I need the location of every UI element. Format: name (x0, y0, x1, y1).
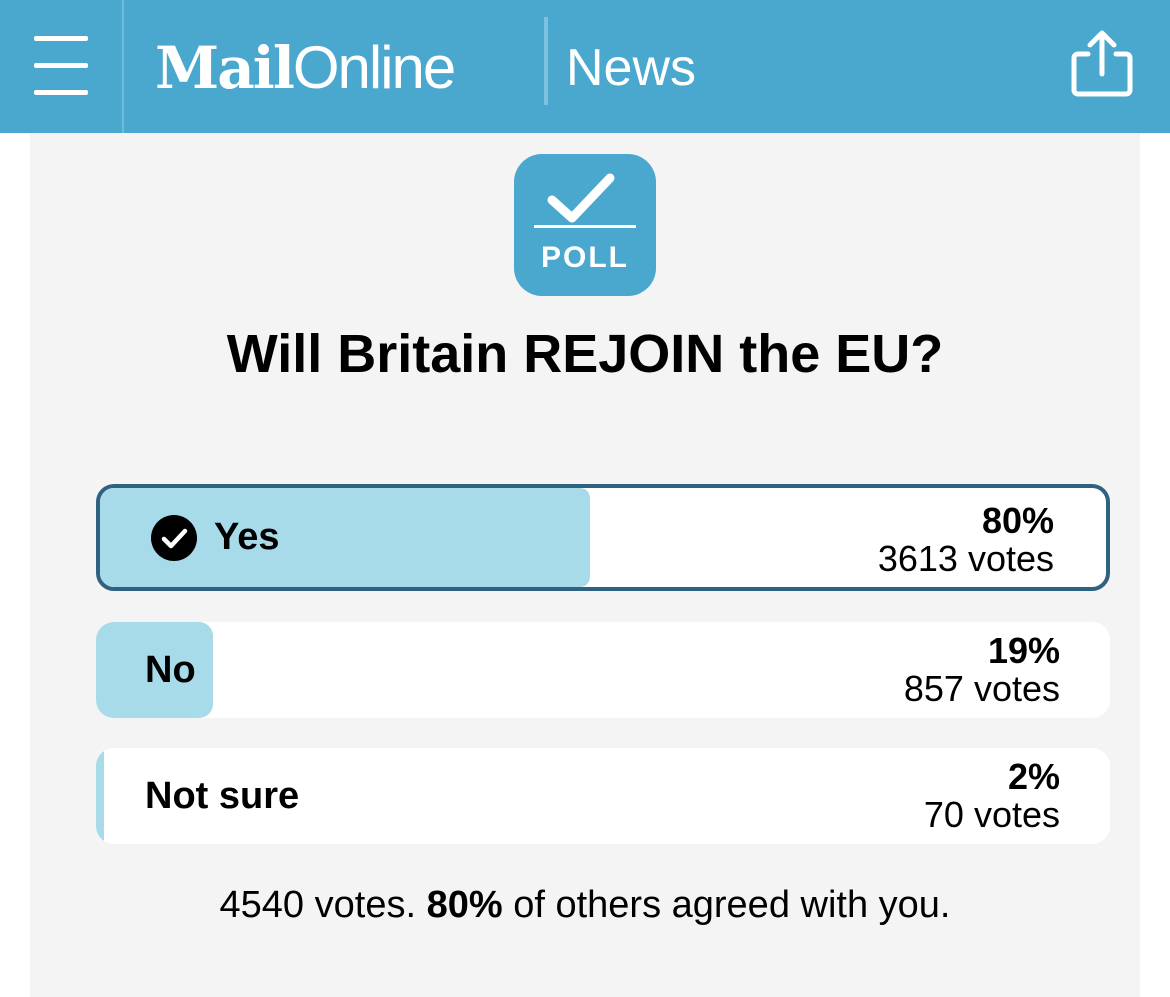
poll-option-stats: 2% 70 votes (924, 758, 1060, 834)
poll-agree-text: of others agreed with you. (513, 884, 951, 926)
poll-option-stats: 80% 3613 votes (878, 502, 1054, 578)
poll-option-label-wrap: Yes (150, 488, 280, 587)
poll-option-percent: 80% (981, 500, 1054, 541)
poll-badge-label: POLL (541, 241, 629, 274)
poll-option-votes: 70 votes (923, 794, 1060, 835)
logo-mail-text: Mail (155, 34, 295, 102)
poll-option-votes: 3613 votes (877, 538, 1054, 579)
poll-option-label: No (145, 648, 196, 691)
poll-option-no[interactable]: No 19% 857 votes (96, 622, 1110, 718)
poll-agree-percent: 80% (426, 884, 503, 926)
poll-total-votes: 4540 votes. (219, 884, 417, 926)
poll-question: Will Britain REJOIN the EU? (226, 324, 944, 384)
share-icon (1071, 30, 1133, 97)
poll-option-percent: 2% (1007, 756, 1060, 797)
poll-option-not-sure[interactable]: Not sure 2% 70 votes (96, 748, 1110, 844)
app-header: Mail Online News (0, 0, 1170, 133)
header-divider (544, 17, 548, 105)
share-button[interactable] (1066, 28, 1138, 102)
section-title[interactable]: News (566, 38, 696, 98)
poll-option-label-wrap: Not sure (145, 748, 299, 844)
poll-option-fill (96, 748, 104, 844)
logo-online-text: Online (292, 34, 456, 101)
poll-option-yes[interactable]: Yes 80% 3613 votes (96, 484, 1110, 591)
poll-badge: POLL (514, 154, 656, 296)
poll-option-stats: 19% 857 votes (904, 632, 1060, 708)
menu-button[interactable] (0, 0, 124, 133)
poll-option-label-wrap: No (145, 622, 196, 718)
selected-check-icon (151, 514, 197, 561)
poll-option-votes: 857 votes (903, 668, 1060, 709)
poll-summary: 4540 votes. 80% of others agreed with yo… (0, 880, 1170, 930)
poll-option-percent: 19% (987, 630, 1060, 671)
poll-option-label: Not sure (145, 774, 300, 817)
poll-option-label: Yes (214, 516, 280, 558)
site-logo[interactable]: Mail Online (155, 28, 456, 108)
